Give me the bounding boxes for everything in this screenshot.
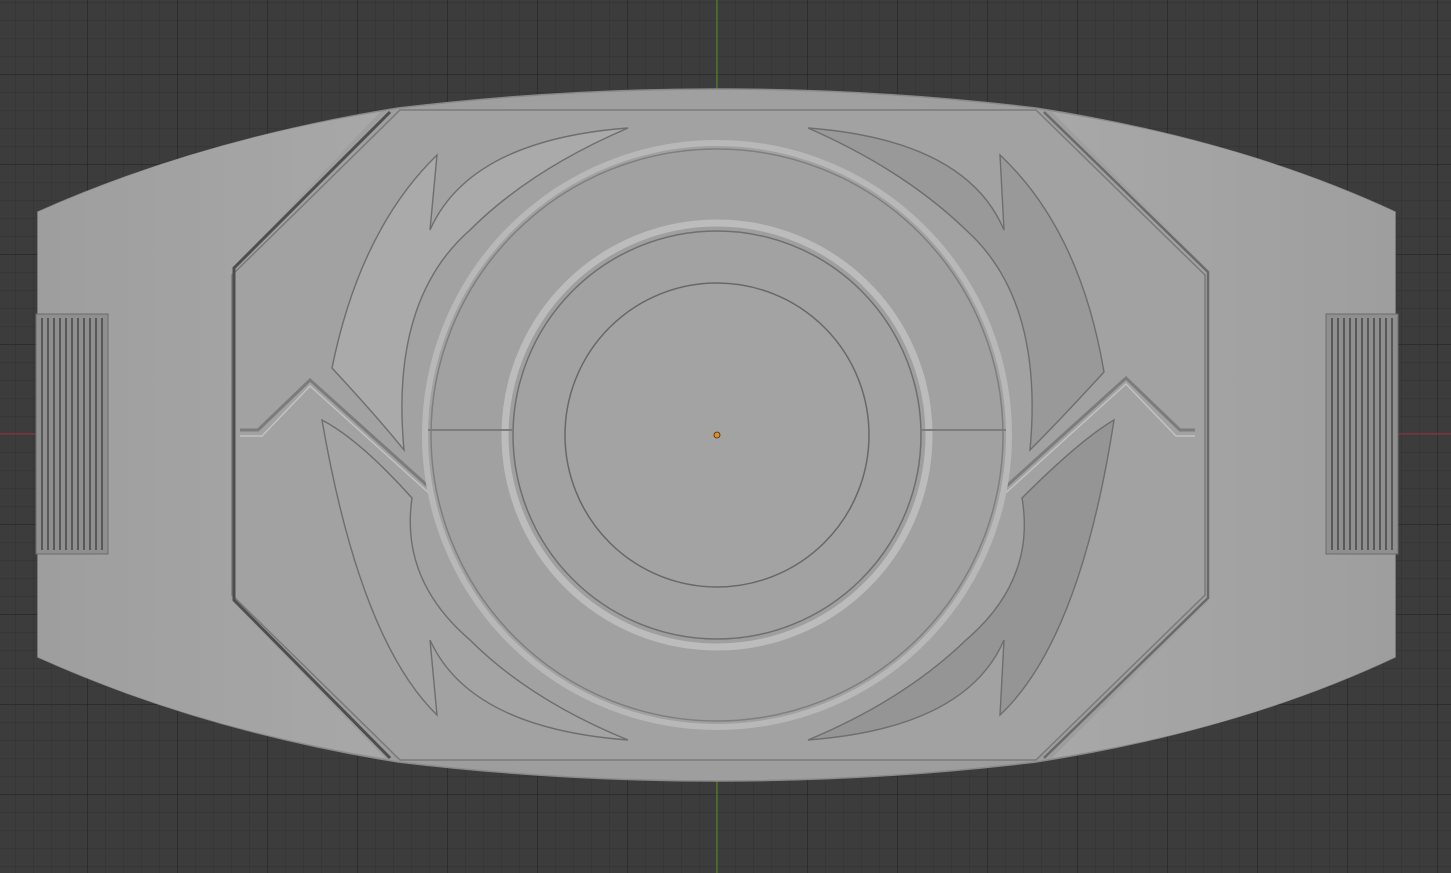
belt-buckle-mesh[interactable] xyxy=(35,88,1399,782)
viewport-canvas[interactable] xyxy=(0,0,1451,873)
left-vent-grille xyxy=(35,313,109,555)
right-vent-grille xyxy=(1325,313,1399,555)
3d-viewport[interactable] xyxy=(0,0,1451,873)
object-origin-dot[interactable] xyxy=(713,431,721,439)
